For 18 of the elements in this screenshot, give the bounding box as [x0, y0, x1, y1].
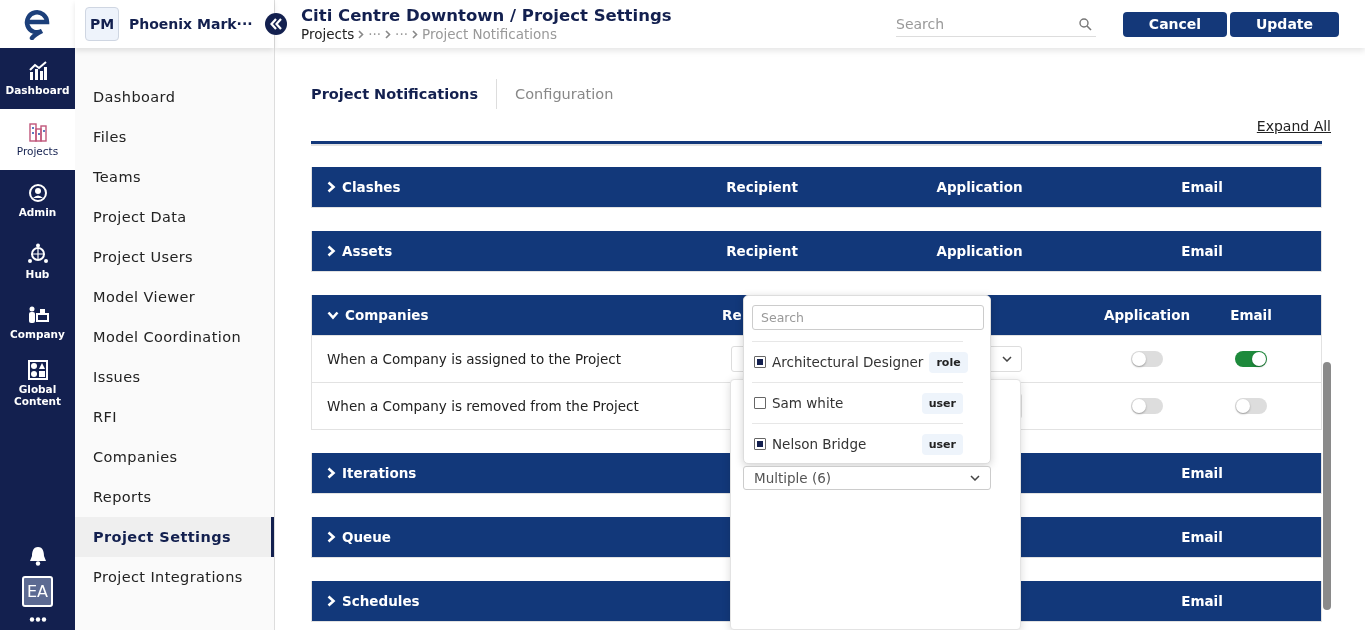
column-header: Recipient [725, 243, 799, 259]
column-header: Recipient [725, 179, 799, 195]
column-header: Application [1102, 307, 1192, 323]
column-header: Email [1229, 307, 1273, 323]
type-tag: user [921, 433, 963, 455]
column-header: Email [1180, 593, 1224, 609]
column-header: Email [1180, 465, 1224, 481]
column-header: Email [1180, 529, 1224, 545]
type-tag: user [921, 392, 963, 414]
column-header: Re [722, 307, 742, 323]
type-tag: role [929, 351, 968, 373]
page-title: Citi Centre Downtown / Project Settings [301, 6, 673, 25]
column-header: Email [1180, 243, 1224, 259]
column-header: Email [1180, 179, 1224, 195]
column-header: Application [935, 179, 1024, 195]
notification-label: When a Company is removed from the Project [326, 398, 640, 414]
column-header: Application [935, 243, 1024, 259]
notification-label: When a Company is assigned to the Project [326, 351, 623, 367]
